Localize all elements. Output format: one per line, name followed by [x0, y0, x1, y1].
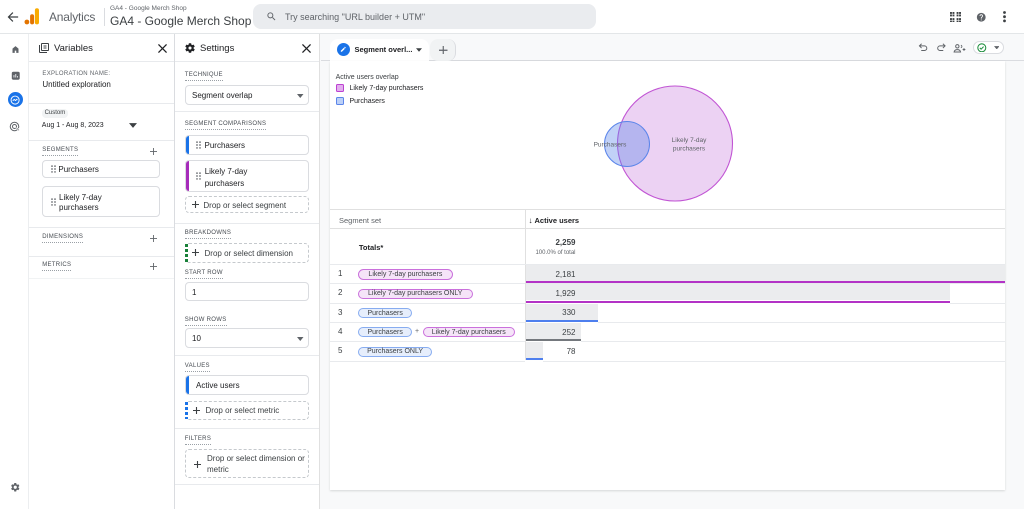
- svg-text:purchasers: purchasers: [673, 146, 706, 153]
- svg-text:Purchasers: Purchasers: [594, 142, 628, 149]
- svg-text:Likely 7-day: Likely 7-day: [672, 137, 707, 144]
